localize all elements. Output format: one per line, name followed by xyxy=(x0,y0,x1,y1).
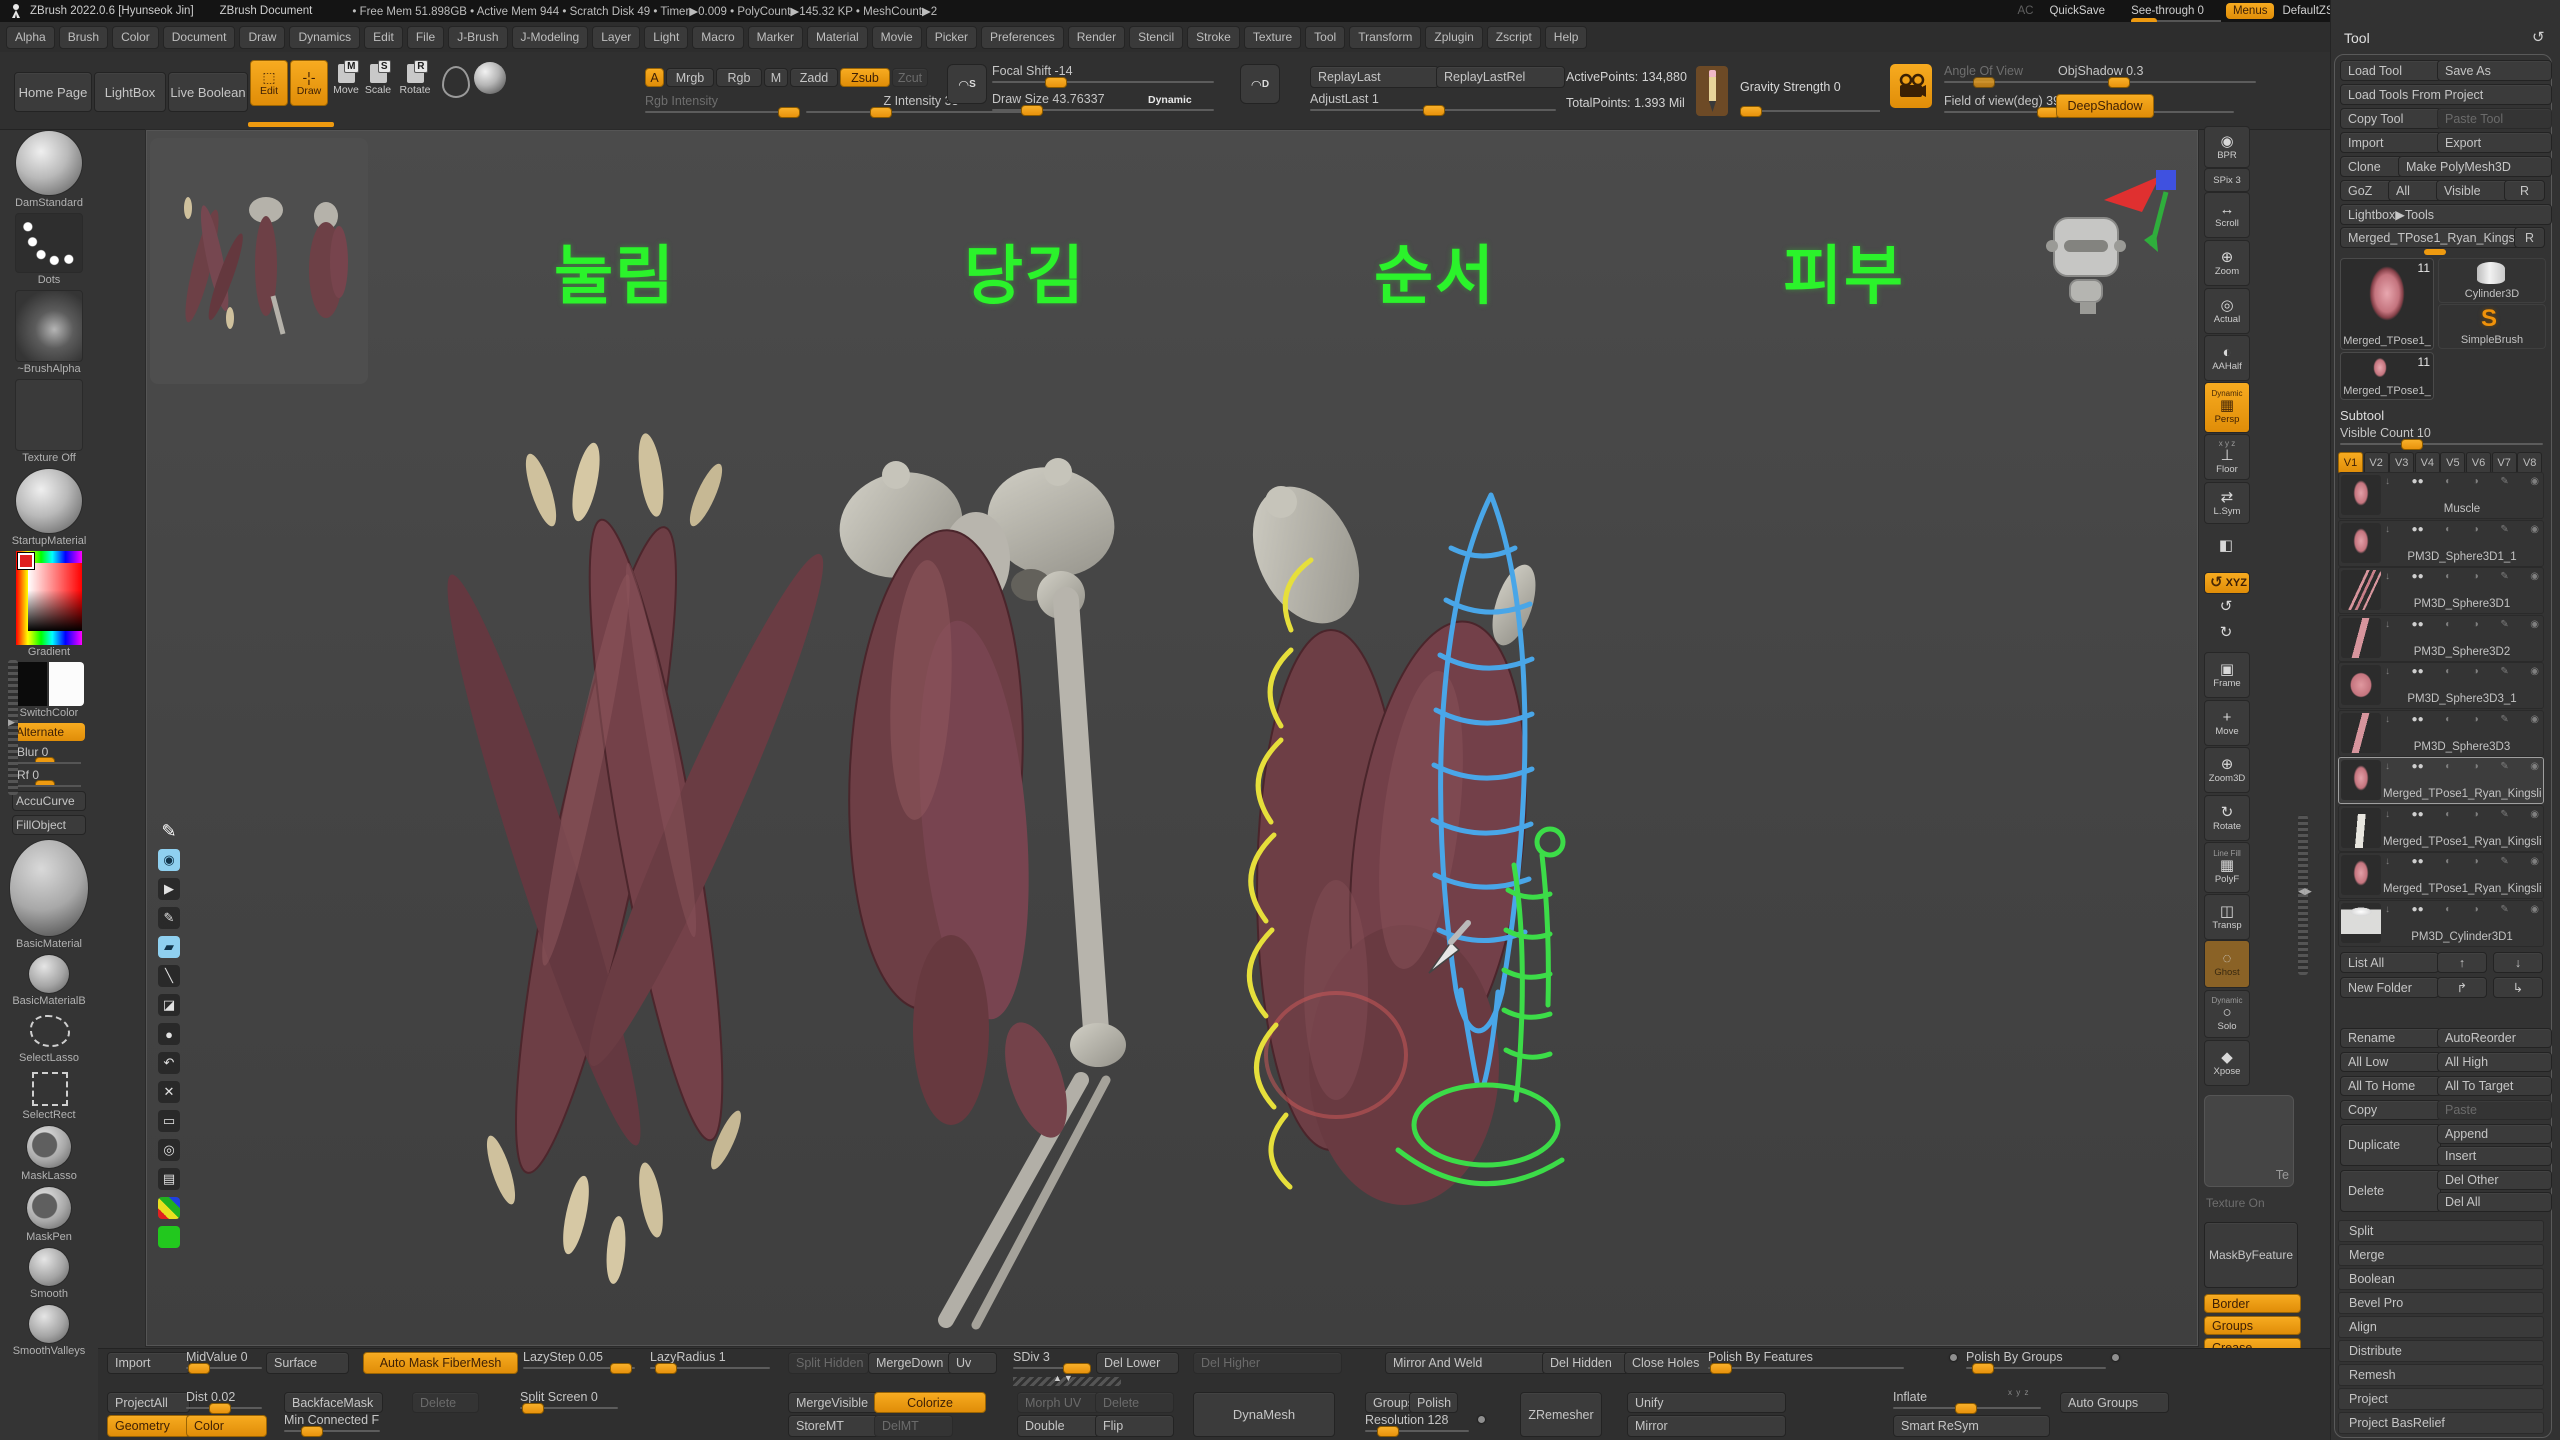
split-hidden-button[interactable]: Split Hidden xyxy=(788,1352,869,1374)
lazystep-label: LazyStep 0.05 xyxy=(523,1350,635,1364)
del-lower-button[interactable]: Del Lower xyxy=(1096,1352,1179,1374)
mirror-button[interactable]: Mirror xyxy=(1627,1415,1786,1437)
dist-handle[interactable] xyxy=(209,1403,231,1414)
auto-groups-button[interactable]: Auto Groups xyxy=(2060,1392,2169,1413)
sdiv-label: SDiv 3 xyxy=(1013,1350,1091,1364)
lazystep-track[interactable] xyxy=(523,1367,635,1369)
lazystep-slider[interactable]: LazyStep 0.05 xyxy=(523,1350,635,1369)
delmt-button[interactable]: DelMT xyxy=(874,1415,953,1437)
xyz-modifier[interactable]: x y z xyxy=(2008,1388,2029,1397)
lazyradius-label: LazyRadius 1 xyxy=(650,1350,770,1364)
dist-slider[interactable]: Dist 0.02 xyxy=(186,1390,262,1409)
delete-uv-button[interactable]: Delete xyxy=(1095,1392,1174,1413)
min-connected-track[interactable] xyxy=(284,1430,380,1432)
midvalue-label: MidValue 0 xyxy=(186,1350,262,1364)
sdiv-stepper-arrows[interactable]: ▲▼ xyxy=(1053,1373,1075,1383)
min-connected-slider[interactable]: Min Connected F xyxy=(284,1413,380,1432)
fibermesh-delete-button[interactable]: Delete xyxy=(412,1392,479,1413)
polish-modifier-dot[interactable] xyxy=(1950,1354,1957,1361)
backfacemask-button[interactable]: BackfaceMask xyxy=(284,1392,383,1413)
polish-by-groups-slider[interactable]: Polish By Groups xyxy=(1966,1350,2106,1369)
dynamesh-polish-button[interactable]: Polish xyxy=(1409,1392,1458,1413)
lazyradius-slider[interactable]: LazyRadius 1 xyxy=(650,1350,770,1369)
polish-by-features-track[interactable] xyxy=(1708,1367,1904,1369)
midvalue-handle[interactable] xyxy=(188,1363,210,1374)
geometry-button[interactable]: Geometry xyxy=(107,1415,190,1437)
close-holes-button[interactable]: Close Holes xyxy=(1624,1352,1713,1374)
polish-by-groups-track[interactable] xyxy=(1966,1367,2106,1369)
split-screen-label: Split Screen 0 xyxy=(520,1390,618,1404)
mergevisible-button[interactable]: MergeVisible xyxy=(788,1392,879,1413)
surface-button[interactable]: Surface xyxy=(266,1352,349,1374)
polish-modifier-dot-2[interactable] xyxy=(2112,1354,2119,1361)
smart-resym-button[interactable]: Smart ReSym xyxy=(1893,1415,2050,1437)
polish-by-features-label: Polish By Features xyxy=(1708,1350,1904,1364)
resolution-slider[interactable]: Resolution 128 xyxy=(1365,1413,1469,1432)
mirror-and-weld-button[interactable]: Mirror And Weld xyxy=(1385,1352,1546,1374)
lazyradius-track[interactable] xyxy=(650,1367,770,1369)
resolution-label: Resolution 128 xyxy=(1365,1413,1469,1427)
mergedown-button[interactable]: MergeDown xyxy=(868,1352,953,1374)
flip-button[interactable]: Flip xyxy=(1095,1415,1174,1437)
colorize-button[interactable]: Colorize xyxy=(874,1392,986,1413)
dist-label: Dist 0.02 xyxy=(186,1390,262,1404)
del-higher-button[interactable]: Del Higher xyxy=(1193,1352,1342,1374)
zremesher-button[interactable]: ZRemesher xyxy=(1520,1392,1602,1437)
min-connected-label: Min Connected F xyxy=(284,1413,380,1427)
resolution-modifier-dot[interactable] xyxy=(1478,1416,1485,1423)
del-hidden-button[interactable]: Del Hidden xyxy=(1542,1352,1629,1374)
uv-button[interactable]: Uv xyxy=(948,1352,997,1374)
dynamesh-button[interactable]: DynaMesh xyxy=(1193,1392,1335,1437)
polish-by-features-handle[interactable] xyxy=(1710,1363,1732,1374)
double-button[interactable]: Double xyxy=(1017,1415,1100,1437)
polish-by-groups-handle[interactable] xyxy=(1972,1363,1994,1374)
polish-by-features-slider[interactable]: Polish By Features xyxy=(1708,1350,1904,1369)
color-button[interactable]: Color xyxy=(186,1415,267,1437)
fibermesh-import-button[interactable]: Import xyxy=(107,1352,190,1374)
dist-track[interactable] xyxy=(186,1407,262,1409)
zbrush-window: ZBrush 2022.0.6 [Hyunseok Jin] ZBrush Do… xyxy=(0,0,2560,1440)
min-connected-handle[interactable] xyxy=(301,1426,323,1437)
bottom-shelf-layer: Import MidValue 0 Surface Auto Mask Fibe… xyxy=(0,0,2560,1440)
split-screen-handle[interactable] xyxy=(522,1403,544,1414)
midvalue-slider[interactable]: MidValue 0 xyxy=(186,1350,262,1369)
inflate-handle[interactable] xyxy=(1955,1403,1977,1414)
dynamesh-groups-button[interactable]: Groups xyxy=(1365,1392,1414,1413)
midvalue-track[interactable] xyxy=(186,1367,262,1369)
inflate-track[interactable] xyxy=(1893,1407,2041,1409)
resolution-handle[interactable] xyxy=(1377,1426,1399,1437)
lazystep-handle[interactable] xyxy=(610,1363,632,1374)
sdiv-slider[interactable]: SDiv 3 xyxy=(1013,1350,1091,1369)
projectall-button[interactable]: ProjectAll xyxy=(107,1392,190,1413)
resolution-track[interactable] xyxy=(1365,1430,1469,1432)
morph-uv-button[interactable]: Morph UV xyxy=(1017,1392,1100,1413)
sdiv-track[interactable] xyxy=(1013,1367,1091,1369)
polish-by-groups-label: Polish By Groups xyxy=(1966,1350,2106,1364)
split-screen-slider[interactable]: Split Screen 0 xyxy=(520,1390,618,1409)
split-screen-track[interactable] xyxy=(520,1407,618,1409)
auto-mask-fibermesh-button[interactable]: Auto Mask FiberMesh xyxy=(363,1352,518,1374)
lazyradius-handle[interactable] xyxy=(655,1363,677,1374)
storemt-button[interactable]: StoreMT xyxy=(788,1415,879,1437)
unify-button[interactable]: Unify xyxy=(1627,1392,1786,1413)
